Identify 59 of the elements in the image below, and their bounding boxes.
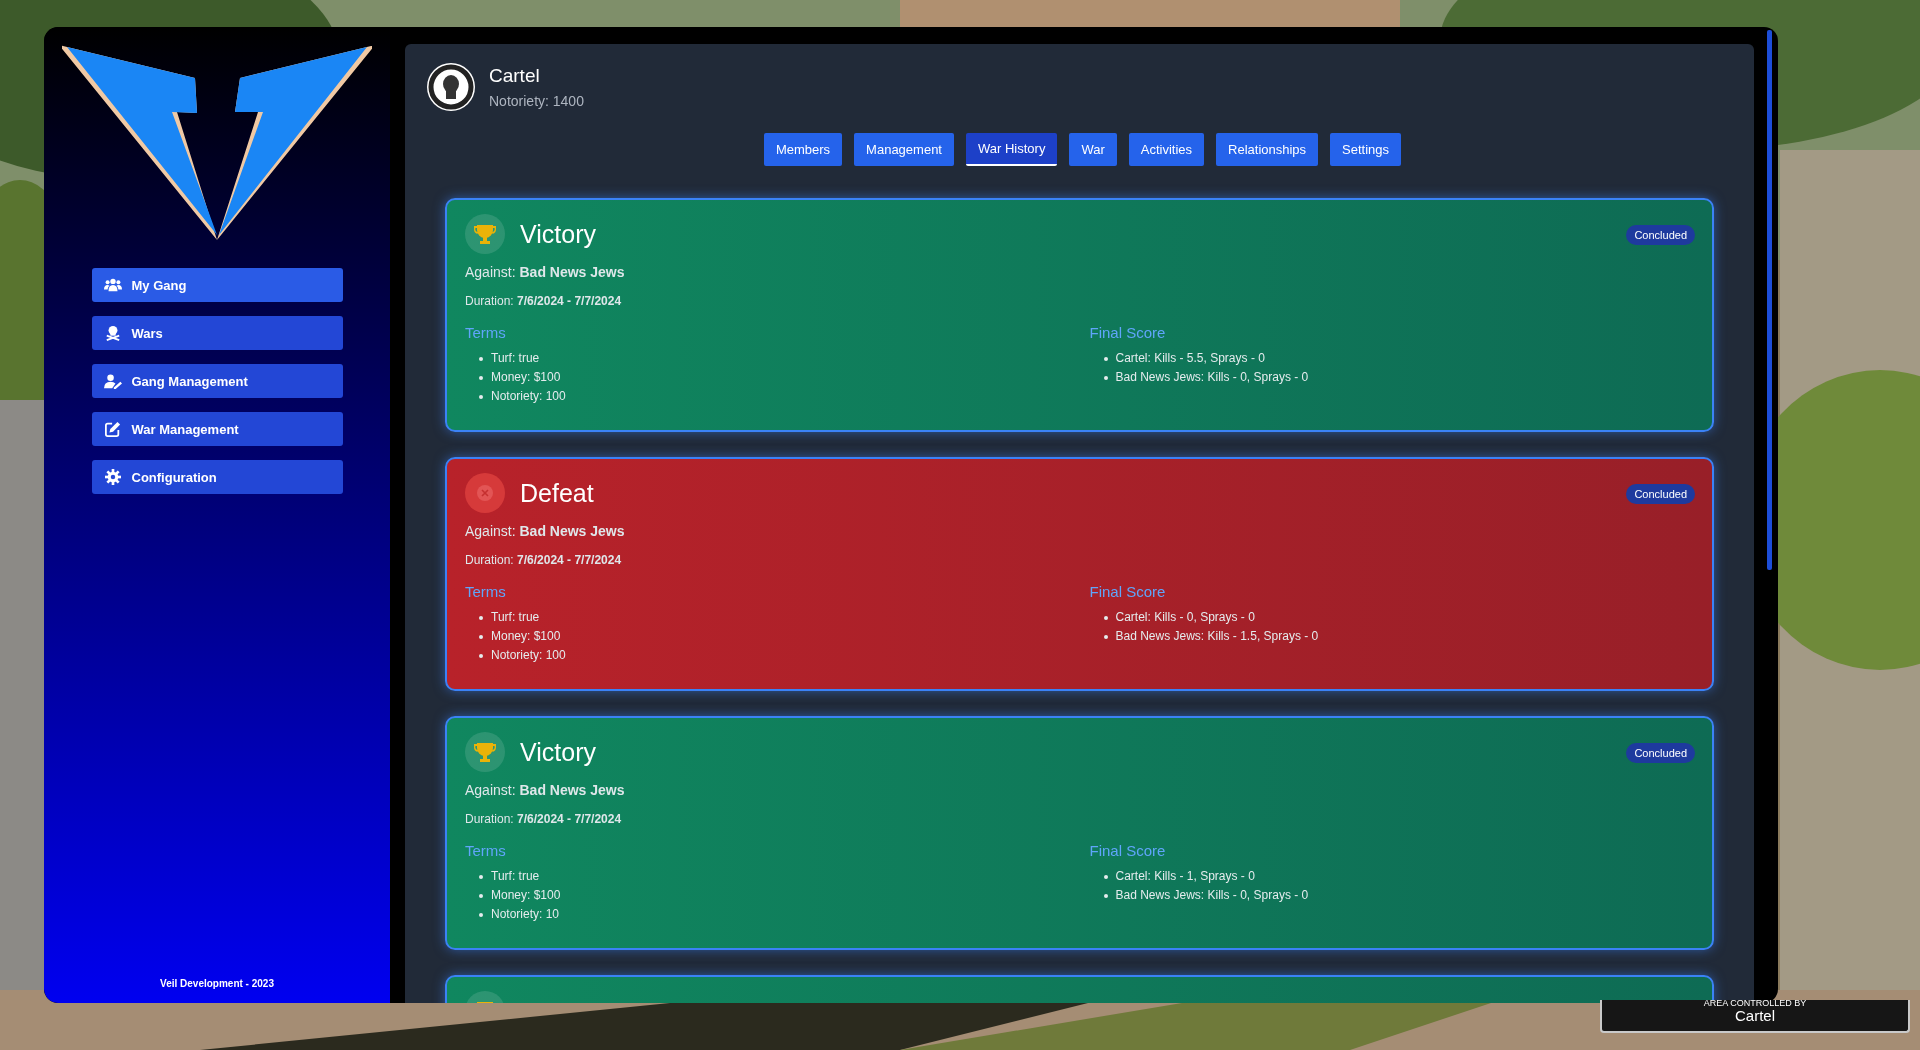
- term-item: Turf: true: [491, 868, 540, 885]
- terms-heading: Terms: [465, 583, 507, 600]
- term-item: Money: $100: [491, 369, 561, 386]
- duration-text: Duration: 7/6/2024 - 7/7/2024: [465, 812, 623, 826]
- banner-caption: AREA CONTROLLED BY: [1703, 998, 1807, 1008]
- sidebar-item[interactable]: War Management: [91, 412, 343, 446]
- trophy-icon: [465, 214, 505, 254]
- term-item: Notoriety: 100: [491, 647, 566, 664]
- trophy-icon: [465, 732, 505, 772]
- notoriety-text: Notoriety: 1400: [489, 93, 584, 109]
- status-badge: Concluded: [1626, 743, 1695, 763]
- tab[interactable]: Settings: [1330, 133, 1402, 166]
- tab[interactable]: Activities: [1128, 133, 1205, 166]
- duration-text: Duration: 7/6/2024 - 7/7/2024: [465, 553, 623, 567]
- result-title: Victory: [520, 219, 596, 249]
- score-item: Bad News Jews: Kills - 0, Sprays - 0: [1115, 887, 1309, 904]
- footer-credit: Veil Development - 2023: [160, 978, 274, 989]
- opponent-text: Against: Bad News Jews: [465, 523, 626, 539]
- score-item: Cartel: Kills - 1, Sprays - 0: [1115, 868, 1255, 885]
- score-heading: Final Score: [1089, 842, 1167, 859]
- area-owner: Cartel: [1735, 1007, 1775, 1023]
- opponent-text: Against: Bad News Jews: [465, 782, 626, 798]
- status-badge: Concluded: [1626, 484, 1695, 504]
- user-pen-icon: [103, 373, 122, 389]
- score-heading: Final Score: [1089, 583, 1167, 600]
- score-item: Bad News Jews: Kills - 0, Sprays - 0: [1115, 369, 1309, 386]
- skull-crossbones-icon: [103, 325, 122, 341]
- score-item: Cartel: Kills - 0, Sprays - 0: [1115, 609, 1255, 626]
- score-item: Bad News Jews: Kills - 1.5, Sprays - 0: [1115, 628, 1319, 645]
- term-item: Turf: true: [491, 609, 540, 626]
- tab[interactable]: Management: [854, 133, 954, 166]
- term-item: Turf: true: [491, 350, 540, 367]
- term-item: Notoriety: 100: [491, 388, 566, 405]
- score-heading: Final Score: [1089, 324, 1167, 341]
- users-icon: [103, 277, 122, 293]
- tab[interactable]: Relationships: [1216, 133, 1319, 166]
- sidebar-item[interactable]: Wars: [91, 316, 343, 350]
- result-title: Victory: [520, 737, 596, 767]
- result-title: Defeat: [520, 478, 594, 508]
- tab[interactable]: War History: [966, 133, 1058, 166]
- scrollbar-thumb[interactable]: [1767, 30, 1772, 570]
- status-badge: Concluded: [1626, 225, 1695, 245]
- gang-name: Cartel: [489, 65, 541, 87]
- opponent-text: Against: Bad News Jews: [465, 264, 626, 280]
- terms-heading: Terms: [465, 842, 507, 859]
- sidebar-item[interactable]: Configuration: [91, 460, 343, 494]
- tab[interactable]: Members: [763, 133, 843, 166]
- sidebar-item[interactable]: Gang Management: [91, 364, 343, 398]
- tab[interactable]: War: [1069, 133, 1117, 166]
- duration-text: Duration: 7/6/2024 - 7/7/2024: [465, 294, 623, 308]
- terms-heading: Terms: [465, 324, 507, 341]
- edit-icon: [103, 421, 122, 437]
- x-circle-icon: [465, 473, 505, 513]
- score-item: Cartel: Kills - 5.5, Sprays - 0: [1115, 350, 1265, 367]
- term-item: Money: $100: [491, 628, 561, 645]
- term-item: Money: $100: [491, 887, 561, 904]
- sidebar-item[interactable]: My Gang: [91, 268, 343, 302]
- term-item: Notoriety: 10: [491, 906, 560, 923]
- gear-icon: [103, 469, 122, 485]
